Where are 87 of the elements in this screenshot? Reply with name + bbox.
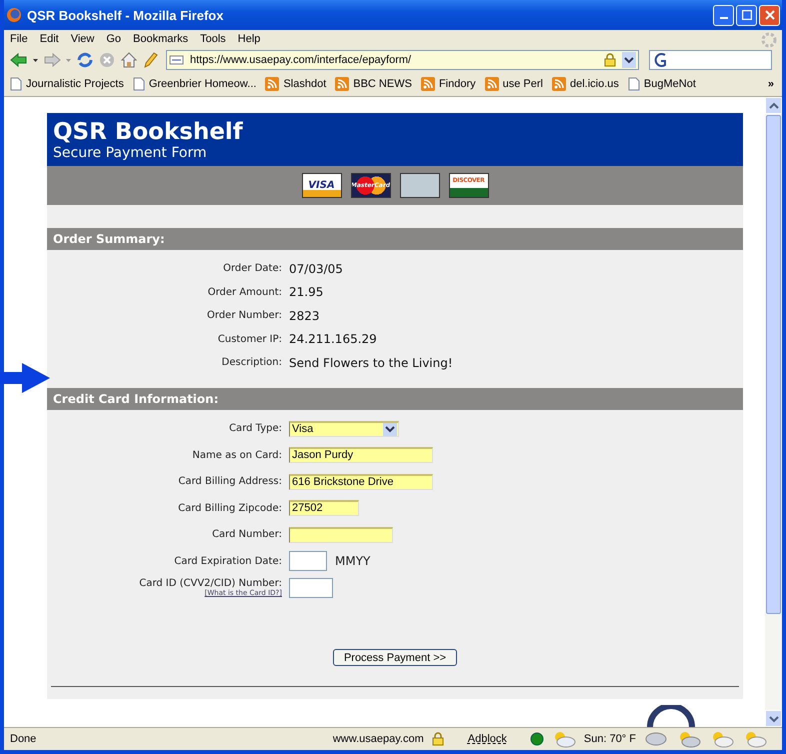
menu-item[interactable]: Edit bbox=[40, 33, 59, 45]
field-label: Customer IP: bbox=[216, 334, 282, 345]
ring-icon bbox=[646, 705, 696, 727]
back-icon[interactable] bbox=[10, 52, 28, 68]
pencil-icon[interactable] bbox=[142, 51, 158, 69]
dropdown-icon[interactable] bbox=[622, 52, 636, 68]
page-icon bbox=[10, 77, 22, 91]
feed-icon bbox=[335, 77, 350, 91]
format-hint: MMYY bbox=[335, 554, 370, 568]
menu-item[interactable]: Go bbox=[106, 33, 122, 45]
field-value: Send Flowers to the Living! bbox=[289, 356, 453, 370]
feed-icon bbox=[420, 77, 435, 91]
home-icon[interactable] bbox=[120, 51, 138, 69]
bookmark-item[interactable]: del.icio.us bbox=[552, 77, 619, 91]
menu-item[interactable]: Bookmarks bbox=[133, 33, 188, 45]
reload-icon[interactable] bbox=[76, 51, 94, 69]
menu-item[interactable]: File bbox=[10, 33, 28, 45]
feed-icon bbox=[265, 77, 280, 91]
menu-item[interactable]: Tools bbox=[200, 33, 226, 45]
field-value: 07/03/05 bbox=[289, 262, 343, 276]
address-field[interactable]: https://www.usaepay.com/interface/epayform/ bbox=[166, 50, 639, 70]
field-label: Card Billing Address: bbox=[177, 476, 282, 488]
adblock-button[interactable]: Adblock bbox=[468, 733, 507, 745]
page-icon bbox=[628, 77, 640, 91]
bookmark-item[interactable]: Journalistic Projects bbox=[10, 77, 124, 91]
site-title: QSR Bookshelf bbox=[53, 119, 244, 145]
field-label: Card ID (CVV2/CID) Number: bbox=[138, 578, 282, 590]
down-caret-icon bbox=[768, 714, 778, 722]
visa-logo: VISA bbox=[302, 173, 342, 198]
bookmark-item[interactable]: BugMeNot bbox=[628, 77, 696, 91]
weather-icon bbox=[643, 730, 669, 748]
section-header: Order Summary: bbox=[47, 228, 743, 250]
menu-item[interactable]: View bbox=[70, 33, 94, 45]
up-caret-icon bbox=[768, 102, 778, 110]
card-logo bbox=[400, 173, 440, 198]
field-label: Card Billing Zipcode: bbox=[177, 502, 282, 514]
lock-icon bbox=[430, 732, 445, 746]
page-icon bbox=[132, 77, 145, 91]
input-field[interactable]: Jason Purdy bbox=[289, 447, 433, 464]
input-field[interactable] bbox=[289, 526, 393, 543]
throbber-icon bbox=[760, 31, 778, 49]
weather-text: Sun: 70° F bbox=[584, 733, 636, 745]
maximize-icon bbox=[742, 10, 752, 20]
field-value: 24.211.165.29 bbox=[289, 332, 377, 346]
field-label: Order Date: bbox=[222, 263, 282, 274]
status-text: Done bbox=[10, 733, 38, 745]
scrollbar[interactable] bbox=[765, 97, 782, 727]
input-field[interactable] bbox=[289, 578, 333, 598]
field-label: Name as on Card: bbox=[191, 450, 282, 461]
close-icon bbox=[764, 10, 774, 20]
minimize-icon bbox=[720, 17, 728, 19]
field-value: 2823 bbox=[289, 308, 320, 323]
feed-icon bbox=[484, 77, 499, 91]
maximize-button[interactable] bbox=[736, 4, 757, 26]
more-bookmarks-button[interactable]: » bbox=[768, 78, 774, 90]
lock-icon bbox=[603, 53, 617, 67]
site-subtitle: Secure Payment Form bbox=[53, 145, 208, 162]
globe-icon bbox=[6, 7, 22, 23]
field-value: 21.95 bbox=[289, 285, 324, 300]
bookmark-item[interactable]: Findory bbox=[420, 77, 476, 91]
bookmark-item[interactable]: use Perl bbox=[484, 77, 543, 91]
site-label: www.usaepay.com bbox=[332, 733, 424, 745]
menu-item[interactable]: Help bbox=[238, 33, 260, 45]
field-label: Order Amount: bbox=[206, 286, 282, 298]
input-field[interactable]: 616 Brickstone Drive bbox=[289, 474, 433, 490]
page-icon bbox=[169, 54, 185, 66]
close-button[interactable] bbox=[759, 4, 780, 26]
section-header: Credit Card Information: bbox=[47, 388, 743, 410]
field-label: Description: bbox=[220, 357, 282, 368]
field-label: Card Type: bbox=[228, 423, 282, 434]
bookmark-item[interactable]: Greenbrier Homeow... bbox=[132, 77, 256, 91]
field-label: Order Number: bbox=[206, 310, 282, 322]
feed-icon bbox=[552, 77, 566, 91]
field-label: Card Expiration Date: bbox=[173, 556, 282, 567]
minimize-button[interactable] bbox=[713, 4, 734, 26]
input-field[interactable]: 27502 bbox=[289, 500, 359, 516]
search-field[interactable] bbox=[649, 50, 772, 70]
window-title: QSR Bookshelf - Mozilla Firefox bbox=[27, 8, 224, 22]
bookmark-item[interactable]: Slashdot bbox=[265, 77, 326, 91]
dropdown-icon bbox=[383, 422, 397, 436]
process-payment-button[interactable]: Process Payment >> bbox=[332, 649, 458, 666]
search-engine-icon bbox=[653, 52, 669, 68]
input-field[interactable] bbox=[289, 551, 327, 572]
bookmark-item[interactable]: BBC NEWS bbox=[335, 77, 412, 91]
field-label: Card Number: bbox=[211, 529, 282, 540]
status-dot-icon bbox=[530, 732, 544, 746]
card-type-dropdown[interactable]: Visa bbox=[289, 420, 399, 437]
